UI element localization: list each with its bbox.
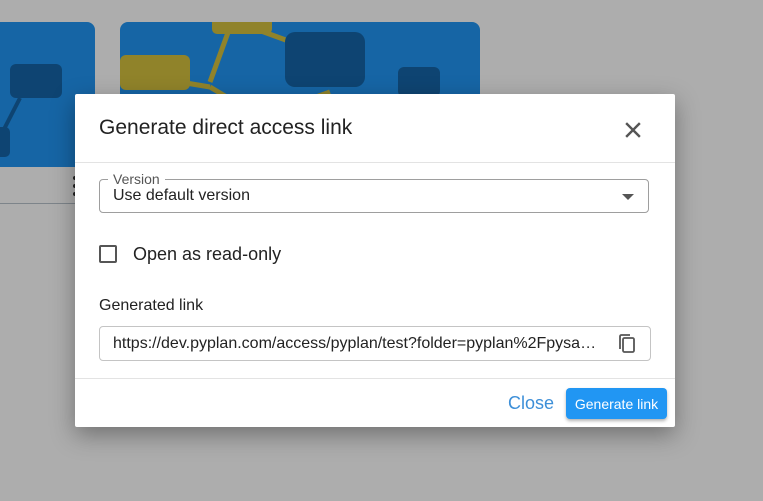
read-only-checkbox[interactable]: [99, 245, 117, 263]
version-label: Version: [108, 171, 165, 187]
dialog-title: Generate direct access link: [99, 116, 353, 139]
close-button[interactable]: Close: [499, 388, 563, 418]
version-select[interactable]: Version Use default version: [99, 171, 649, 213]
dialog-header: Generate direct access link: [75, 94, 675, 163]
close-icon[interactable]: [621, 118, 645, 142]
dropdown-arrow-icon: [622, 194, 634, 200]
read-only-option[interactable]: Open as read-only: [99, 242, 281, 266]
generated-link-value[interactable]: https://dev.pyplan.com/access/pyplan/tes…: [113, 335, 603, 353]
version-selected-value: Use default version: [113, 187, 250, 204]
generated-link-field[interactable]: https://dev.pyplan.com/access/pyplan/tes…: [99, 326, 651, 361]
dialog-footer: Close Generate link: [75, 378, 675, 428]
generated-link-label: Generated link: [99, 297, 204, 314]
generate-link-button[interactable]: Generate link: [566, 388, 667, 419]
copy-icon[interactable]: [616, 333, 638, 355]
generate-link-dialog: Generate direct access link Version Use …: [75, 94, 675, 427]
read-only-label: Open as read-only: [133, 243, 282, 264]
